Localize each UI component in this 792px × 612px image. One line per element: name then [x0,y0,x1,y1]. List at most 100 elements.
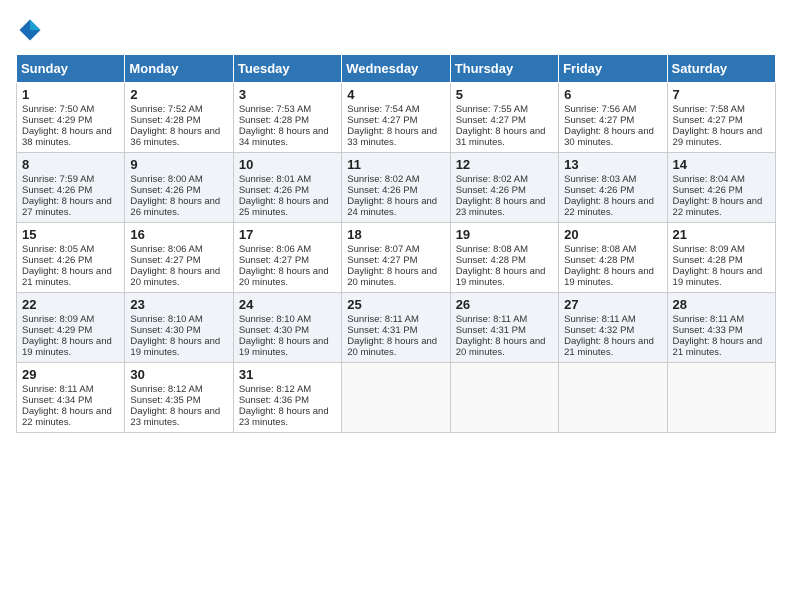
calendar-cell: 18Sunrise: 8:07 AMSunset: 4:27 PMDayligh… [342,223,450,293]
calendar-cell [342,363,450,433]
calendar-cell: 15Sunrise: 8:05 AMSunset: 4:26 PMDayligh… [17,223,125,293]
calendar-cell: 8 Sunrise: 7:59 AMSunset: 4:26 PMDaylight… [17,153,125,223]
sunset-text: Sunset: 4:27 PM [239,255,336,266]
day-number: 16 [130,227,227,242]
calendar-cell [667,363,775,433]
daylight-text: Daylight: 8 hours and 19 minutes. [564,266,661,288]
day-number: 10 [239,157,336,172]
sunset-text: Sunset: 4:27 PM [347,255,444,266]
sunrise-text: Sunrise: 8:11 AM [22,384,119,395]
day-number: 2 [130,87,227,102]
sunrise-text: Sunrise: 7:53 AM [239,104,336,115]
sunrise-text: Sunrise: 8:10 AM [239,314,336,325]
sunset-text: Sunset: 4:26 PM [130,185,227,196]
sunrise-text: Sunrise: 8:12 AM [130,384,227,395]
sunset-text: Sunset: 4:28 PM [673,255,770,266]
calendar-cell: 5Sunrise: 7:55 AMSunset: 4:27 PMDaylight… [450,83,558,153]
calendar-cell: 11Sunrise: 8:02 AMSunset: 4:26 PMDayligh… [342,153,450,223]
daylight-text: Daylight: 8 hours and 20 minutes. [347,336,444,358]
calendar-cell: 21Sunrise: 8:09 AMSunset: 4:28 PMDayligh… [667,223,775,293]
sunrise-text: Sunrise: 8:09 AM [22,314,119,325]
logo-icon [16,16,44,44]
day-number: 4 [347,87,444,102]
sunset-text: Sunset: 4:28 PM [130,115,227,126]
dow-header: Saturday [667,55,775,83]
sunrise-text: Sunrise: 8:06 AM [130,244,227,255]
daylight-text: Daylight: 8 hours and 21 minutes. [673,336,770,358]
daylight-text: Daylight: 8 hours and 22 minutes. [673,196,770,218]
sunset-text: Sunset: 4:26 PM [673,185,770,196]
calendar-cell: 1Sunrise: 7:50 AMSunset: 4:29 PMDaylight… [17,83,125,153]
calendar-cell: 3Sunrise: 7:53 AMSunset: 4:28 PMDaylight… [233,83,341,153]
calendar-cell: 30Sunrise: 8:12 AMSunset: 4:35 PMDayligh… [125,363,233,433]
daylight-text: Daylight: 8 hours and 26 minutes. [130,196,227,218]
dow-header: Wednesday [342,55,450,83]
day-number: 22 [22,297,119,312]
calendar-cell: 23Sunrise: 8:10 AMSunset: 4:30 PMDayligh… [125,293,233,363]
day-number: 7 [673,87,770,102]
sunset-text: Sunset: 4:26 PM [347,185,444,196]
daylight-text: Daylight: 8 hours and 22 minutes. [564,196,661,218]
sunset-text: Sunset: 4:28 PM [239,115,336,126]
calendar-cell: 19Sunrise: 8:08 AMSunset: 4:28 PMDayligh… [450,223,558,293]
sunrise-text: Sunrise: 7:59 AM [22,174,119,185]
sunrise-text: Sunrise: 8:08 AM [456,244,553,255]
daylight-text: Daylight: 8 hours and 20 minutes. [130,266,227,288]
daylight-text: Daylight: 8 hours and 27 minutes. [22,196,119,218]
sunrise-text: Sunrise: 7:52 AM [130,104,227,115]
sunrise-text: Sunrise: 8:02 AM [347,174,444,185]
day-number: 6 [564,87,661,102]
calendar-cell: 25Sunrise: 8:11 AMSunset: 4:31 PMDayligh… [342,293,450,363]
daylight-text: Daylight: 8 hours and 36 minutes. [130,126,227,148]
calendar-cell: 10Sunrise: 8:01 AMSunset: 4:26 PMDayligh… [233,153,341,223]
sunset-text: Sunset: 4:26 PM [456,185,553,196]
calendar-body: 1Sunrise: 7:50 AMSunset: 4:29 PMDaylight… [17,83,776,433]
sunrise-text: Sunrise: 8:00 AM [130,174,227,185]
daylight-text: Daylight: 8 hours and 22 minutes. [22,406,119,428]
sunset-text: Sunset: 4:32 PM [564,325,661,336]
daylight-text: Daylight: 8 hours and 21 minutes. [22,266,119,288]
sunset-text: Sunset: 4:34 PM [22,395,119,406]
day-number: 1 [22,87,119,102]
sunrise-text: Sunrise: 7:50 AM [22,104,119,115]
daylight-text: Daylight: 8 hours and 24 minutes. [347,196,444,218]
day-number: 25 [347,297,444,312]
calendar-cell: 9 Sunrise: 8:00 AMSunset: 4:26 PMDaylight… [125,153,233,223]
day-number: 31 [239,367,336,382]
sunrise-text: Sunrise: 8:06 AM [239,244,336,255]
sunrise-text: Sunrise: 8:11 AM [564,314,661,325]
calendar-cell: 14Sunrise: 8:04 AMSunset: 4:26 PMDayligh… [667,153,775,223]
dow-header: Monday [125,55,233,83]
sunrise-text: Sunrise: 8:10 AM [130,314,227,325]
sunset-text: Sunset: 4:26 PM [22,185,119,196]
dow-header: Tuesday [233,55,341,83]
sunset-text: Sunset: 4:27 PM [564,115,661,126]
sunset-text: Sunset: 4:30 PM [239,325,336,336]
calendar-cell: 6Sunrise: 7:56 AMSunset: 4:27 PMDaylight… [559,83,667,153]
day-number: 13 [564,157,661,172]
calendar-cell: 7Sunrise: 7:58 AMSunset: 4:27 PMDaylight… [667,83,775,153]
calendar-cell: 31Sunrise: 8:12 AMSunset: 4:36 PMDayligh… [233,363,341,433]
sunrise-text: Sunrise: 8:03 AM [564,174,661,185]
day-number: 23 [130,297,227,312]
sunset-text: Sunset: 4:27 PM [456,115,553,126]
calendar-cell: 13Sunrise: 8:03 AMSunset: 4:26 PMDayligh… [559,153,667,223]
daylight-text: Daylight: 8 hours and 21 minutes. [564,336,661,358]
day-number: 24 [239,297,336,312]
calendar-week: 22Sunrise: 8:09 AMSunset: 4:29 PMDayligh… [17,293,776,363]
sunrise-text: Sunrise: 8:04 AM [673,174,770,185]
day-number: 26 [456,297,553,312]
sunrise-text: Sunrise: 8:08 AM [564,244,661,255]
days-of-week-row: SundayMondayTuesdayWednesdayThursdayFrid… [17,55,776,83]
day-number: 8 [22,157,119,172]
calendar-week: 8Sunrise: 7:59 AMSunset: 4:26 PMDaylight… [17,153,776,223]
page-header [16,16,776,44]
calendar-week: 15Sunrise: 8:05 AMSunset: 4:26 PMDayligh… [17,223,776,293]
sunrise-text: Sunrise: 8:01 AM [239,174,336,185]
day-number: 20 [564,227,661,242]
calendar-cell [559,363,667,433]
day-number: 28 [673,297,770,312]
calendar-week: 1Sunrise: 7:50 AMSunset: 4:29 PMDaylight… [17,83,776,153]
day-number: 9 [130,157,227,172]
sunset-text: Sunset: 4:28 PM [456,255,553,266]
